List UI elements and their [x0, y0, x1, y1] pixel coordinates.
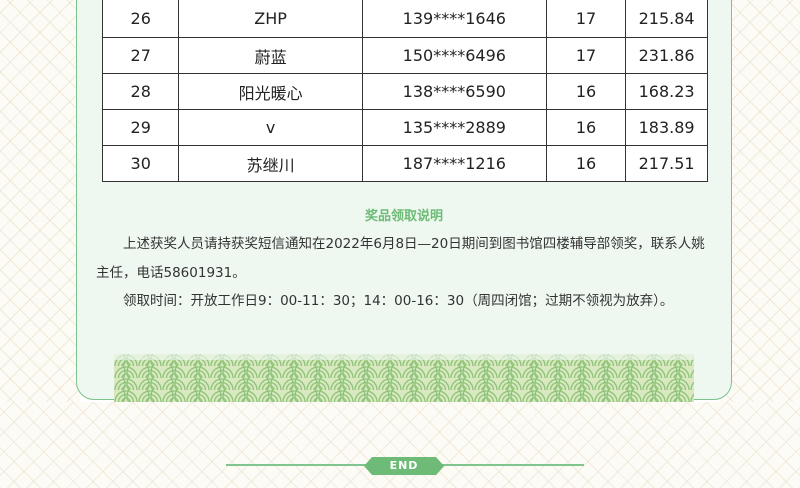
notice-paragraph-1: 上述获奖人员请持获奖短信通知在2022年6月8日—20日期间到图书馆四楼辅导部领… — [96, 236, 705, 281]
end-label: END — [389, 459, 419, 472]
cell-time: 168.23 — [625, 73, 708, 110]
cell-phone: 150****6496 — [361, 37, 547, 74]
cell-score: 17 — [545, 0, 627, 38]
bottom-pattern-background — [0, 402, 800, 488]
cell-name: 蔚蓝 — [178, 37, 363, 74]
wave-pattern-decoration — [114, 354, 694, 402]
cell-name: 阳光暖心 — [178, 73, 363, 110]
cell-time: 217.51 — [625, 145, 708, 182]
end-divider-left — [226, 464, 370, 466]
table-row: 28 阳光暖心 138****6590 16 168.23 — [101, 73, 708, 110]
cell-phone: 138****6590 — [361, 73, 547, 110]
cell-name: v — [178, 109, 363, 146]
cell-time: 183.89 — [625, 109, 708, 146]
wave-pattern-graphic — [114, 354, 694, 402]
cell-rank: 30 — [101, 145, 180, 182]
table-row: 27 蔚蓝 150****6496 17 231.86 — [101, 37, 708, 74]
cell-phone: 135****2889 — [361, 109, 547, 146]
table-row: 26 ZHP 139****1646 17 215.84 — [101, 0, 708, 38]
end-divider-right — [440, 464, 584, 466]
cell-rank: 26 — [101, 0, 180, 38]
winners-table: 26 ZHP 139****1646 17 215.84 27 蔚蓝 150****6496 1… — [101, 0, 708, 182]
cell-time: 215.84 — [625, 0, 708, 38]
cell-rank: 29 — [101, 109, 180, 146]
cell-phone: 187****1216 — [361, 145, 547, 182]
cell-name: 苏继川 — [178, 145, 363, 182]
notice-paragraph-2: 领取时间：开放工作日9：00-11：30；14：00-16：30（周四闭馆；过期… — [123, 293, 674, 309]
table-row: 29 v 135****2889 16 183.89 — [101, 109, 708, 146]
table-row: 30 苏继川 187****1216 16 217.51 — [101, 145, 708, 182]
cell-time: 231.86 — [625, 37, 708, 74]
cell-name: ZHP — [178, 0, 363, 38]
cell-rank: 28 — [101, 73, 180, 110]
cell-rank: 27 — [101, 37, 180, 74]
cell-score: 16 — [545, 145, 627, 182]
cell-score: 16 — [545, 73, 627, 110]
cell-score: 17 — [545, 37, 627, 74]
cell-phone: 139****1646 — [361, 0, 547, 38]
notice-title: 奖品领取说明 — [364, 209, 443, 224]
cell-score: 16 — [545, 109, 627, 146]
